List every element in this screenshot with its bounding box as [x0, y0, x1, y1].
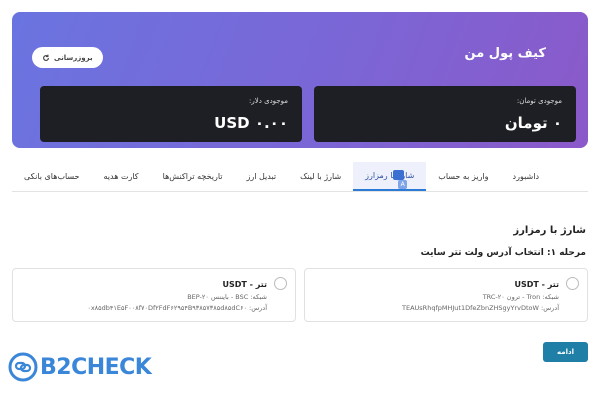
- tab-bank-accounts[interactable]: حساب‌های بانکی: [12, 162, 92, 191]
- option-address: آدرس: ۰x۸۵db۴۱E۵F۰۰۸f۷۰Df۲FdF۶۲۹۵۴B۹۳۸۵۷…: [87, 304, 267, 312]
- continue-button[interactable]: ادامه: [543, 342, 588, 362]
- usd-balance-box: موجودی دلار: USD ۰.۰۰: [40, 86, 302, 142]
- toman-balance-value: ۰ تومان: [504, 114, 562, 132]
- watermark-logo: B2CHECK: [8, 352, 152, 382]
- option-name: تتر - USDT: [514, 280, 560, 289]
- wallet-card: کیف پول من بروزرسانی موجودی تومان: ۰ توم…: [12, 12, 588, 148]
- tab-currency-exchange[interactable]: تبدیل ارز: [234, 162, 288, 191]
- radio-bsc[interactable]: [274, 277, 287, 290]
- step-title: مرحله ۱: انتخاب آدرس ولت تتر سایت: [420, 248, 586, 258]
- link-chain-icon: [8, 352, 38, 382]
- option-name: تتر - USDT: [222, 280, 268, 289]
- option-address: آدرس: TEAUsRhqfpMHJut1DfeZbnZHSgyYrvDtoW: [402, 304, 559, 312]
- tab-charge-link[interactable]: شارژ با لینک: [288, 162, 353, 191]
- tab-charge-crypto[interactable]: شارژ با رمزارز A: [353, 162, 427, 191]
- wallet-option-bsc[interactable]: تتر - USDT شبکه: BSC - بایننس BEP-۲۰ آدر…: [12, 268, 296, 322]
- usd-balance-value: USD ۰.۰۰: [214, 114, 288, 132]
- option-network: شبکه: Tron - ترون TRC-۲۰: [482, 293, 559, 301]
- tab-deposit[interactable]: واریز به حساب: [426, 162, 500, 191]
- refresh-button[interactable]: بروزرسانی: [32, 47, 103, 68]
- option-network: شبکه: BSC - بایننس BEP-۲۰: [187, 293, 267, 301]
- radio-tron[interactable]: [566, 277, 579, 290]
- tab-dashboard[interactable]: داشبورد: [501, 162, 551, 191]
- tab-transaction-history[interactable]: تاریخچه تراکنش‌ها: [151, 162, 235, 191]
- wallet-title: کیف پول من: [464, 46, 546, 61]
- toman-balance-box: موجودی تومان: ۰ تومان: [314, 86, 576, 142]
- refresh-label: بروزرسانی: [54, 53, 93, 62]
- refresh-icon: [43, 54, 49, 61]
- toman-balance-label: موجودی تومان:: [516, 97, 562, 105]
- tab-bar: حساب‌های بانکی کارت هدیه تاریخچه تراکنش‌…: [12, 162, 588, 192]
- tab-charge-crypto-label: شارژ با رمزارز: [365, 171, 415, 180]
- tab-gift-card[interactable]: کارت هدیه: [92, 162, 151, 191]
- usd-balance-label: موجودی دلار:: [249, 97, 288, 105]
- translate-icon: [393, 170, 405, 180]
- wallet-option-tron[interactable]: تتر - USDT شبکه: Tron - ترون TRC-۲۰ آدرس…: [304, 268, 588, 322]
- translate-secondary-icon: A: [398, 180, 408, 189]
- watermark-text: B2CHECK: [40, 354, 152, 380]
- section-title: شارژ با رمزارز: [513, 225, 586, 236]
